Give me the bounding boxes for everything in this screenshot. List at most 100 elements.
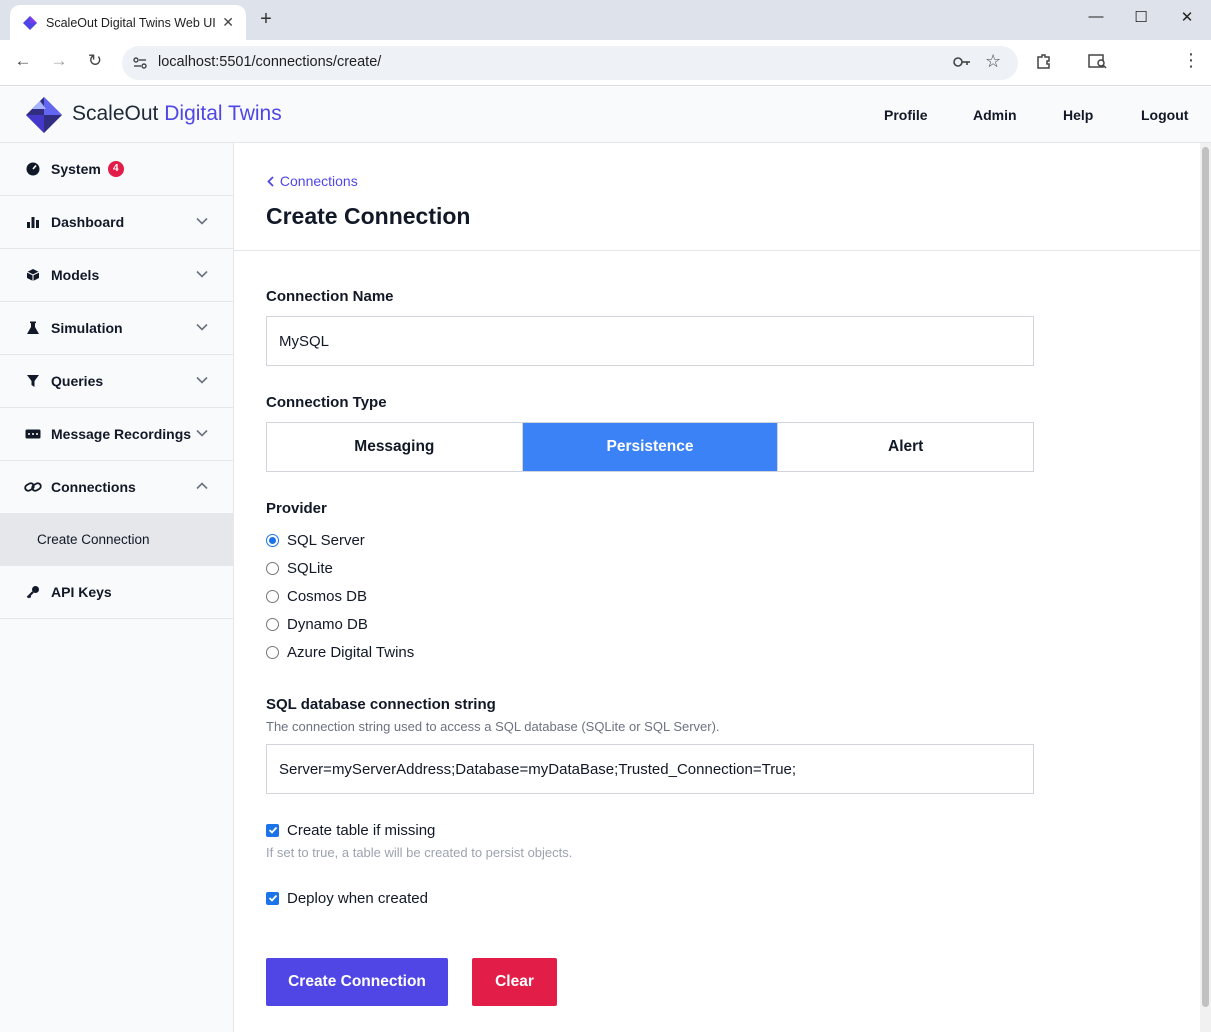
nav-logout[interactable]: Logout <box>1141 107 1188 123</box>
maximize-button[interactable]: ☐ <box>1118 8 1164 26</box>
filter-icon <box>24 372 42 390</box>
search-tabs-icon[interactable] <box>1088 52 1108 70</box>
scaleout-favicon-icon <box>23 15 37 30</box>
flask-icon <box>24 319 42 337</box>
type-option-persistence[interactable]: Persistence <box>522 423 779 471</box>
sidebar-item-simulation[interactable]: Simulation <box>0 302 233 355</box>
browser-tab[interactable]: ScaleOut Digital Twins Web UI ✕ <box>10 5 246 40</box>
recording-icon <box>24 425 42 443</box>
radio-button[interactable] <box>266 533 279 547</box>
extensions-icon[interactable] <box>1035 52 1053 70</box>
reload-icon[interactable]: ↻ <box>83 51 107 71</box>
close-window-button[interactable]: ✕ <box>1164 8 1210 26</box>
new-tab-button[interactable]: + <box>255 8 277 31</box>
sidebar-item-label: Simulation <box>51 320 123 336</box>
connection-type-selector: Messaging Persistence Alert <box>266 422 1034 472</box>
type-option-messaging[interactable]: Messaging <box>267 423 523 471</box>
radio-button[interactable] <box>266 589 279 603</box>
deploy-checkbox-row[interactable]: Deploy when created <box>266 888 428 908</box>
radio-label: Dynamo DB <box>287 615 368 633</box>
dashboard-gauge-icon <box>24 160 42 178</box>
checkbox-label: Create table if missing <box>287 821 436 839</box>
sidebar-item-message-recordings[interactable]: Message Recordings <box>0 408 233 461</box>
scrollbar-thumb[interactable] <box>1202 147 1209 1007</box>
connection-name-input[interactable]: MySQL <box>266 316 1034 366</box>
checkbox[interactable] <box>266 891 279 905</box>
radio-label: Cosmos DB <box>287 587 368 605</box>
checkmark-icon <box>268 894 277 902</box>
checkbox[interactable] <box>266 823 279 837</box>
provider-option-dynamo-db[interactable]: Dynamo DB <box>266 614 368 634</box>
header-divider <box>234 250 1200 251</box>
clear-button[interactable]: Clear <box>472 958 557 1006</box>
radio-button[interactable] <box>266 645 279 659</box>
site-settings-icon[interactable] <box>132 55 148 71</box>
key-icon <box>24 583 42 601</box>
password-key-icon[interactable] <box>952 53 972 71</box>
provider-option-azure-digital-twins[interactable]: Azure Digital Twins <box>266 642 414 662</box>
sidebar-item-label: Dashboard <box>51 214 125 230</box>
sidebar-item-label: Queries <box>51 373 104 389</box>
link-icon <box>24 478 42 496</box>
sidebar-item-label: System <box>51 161 101 177</box>
bookmark-star-icon[interactable]: ☆ <box>985 51 1001 72</box>
checkbox-label: Deploy when created <box>287 889 428 907</box>
sidebar-item-label: Connections <box>51 479 136 495</box>
provider-option-sql-server[interactable]: SQL Server <box>266 530 365 550</box>
create-table-checkbox-row[interactable]: Create table if missing <box>266 820 435 840</box>
connection-name-label: Connection Name <box>266 288 394 305</box>
brand-accent: Digital Twins <box>164 102 282 125</box>
app-header: ScaleOut Digital Twins Profile Admin Hel… <box>0 87 1211 143</box>
breadcrumb-back-link[interactable]: Connections <box>266 173 358 189</box>
browser-titlebar: ScaleOut Digital Twins Web UI ✕ + — ☐ ✕ <box>0 0 1211 40</box>
type-option-alert[interactable]: Alert <box>778 423 1034 471</box>
sidebar-item-api-keys[interactable]: API Keys <box>0 566 233 619</box>
url-text[interactable]: localhost:5501/connections/create/ <box>158 54 381 70</box>
radio-label: Azure Digital Twins <box>287 643 415 661</box>
create-table-help: If set to true, a table will be created … <box>266 845 573 860</box>
page-scrollbar[interactable] <box>1200 143 1211 1032</box>
create-connection-button[interactable]: Create Connection <box>266 958 448 1006</box>
browser-menu-icon[interactable]: ⋮ <box>1182 50 1200 71</box>
nav-profile[interactable]: Profile <box>884 107 928 123</box>
conn-string-help: The connection string used to access a S… <box>266 719 720 734</box>
brand-main: ScaleOut <box>72 102 159 125</box>
nav-help[interactable]: Help <box>1063 107 1093 123</box>
tab-title: ScaleOut Digital Twins Web UI <box>46 15 216 30</box>
chevron-down-icon <box>196 217 208 225</box>
minimize-button[interactable]: — <box>1073 8 1119 25</box>
chevron-down-icon <box>196 429 208 437</box>
conn-string-input[interactable]: Server=myServerAddress;Database=myDataBa… <box>266 744 1034 794</box>
provider-option-cosmos-db[interactable]: Cosmos DB <box>266 586 367 606</box>
chevron-down-icon <box>196 323 208 331</box>
brand-name[interactable]: ScaleOut Digital Twins <box>72 102 282 126</box>
sidebar-item-dashboard[interactable]: Dashboard <box>0 196 233 249</box>
provider-option-sqlite[interactable]: SQLite <box>266 558 333 578</box>
radio-button[interactable] <box>266 561 279 575</box>
provider-label: Provider <box>266 500 327 517</box>
cube-icon <box>24 266 42 284</box>
connection-type-label: Connection Type <box>266 394 387 411</box>
checkmark-icon <box>268 826 277 834</box>
radio-label: SQL Server <box>287 531 365 549</box>
sidebar-item-system[interactable]: System 4 <box>0 143 233 196</box>
sidebar-item-queries[interactable]: Queries <box>0 355 233 408</box>
scaleout-logo-icon <box>26 97 62 133</box>
tab-close-icon[interactable]: ✕ <box>222 14 234 31</box>
nav-admin[interactable]: Admin <box>973 107 1017 123</box>
back-arrow-icon[interactable]: ← <box>11 51 35 71</box>
bar-chart-icon <box>24 213 42 231</box>
sidebar-item-label: Models <box>51 267 100 283</box>
sidebar-item-label: Message Recordings <box>51 426 192 442</box>
chevron-left-icon <box>267 176 274 187</box>
sidebar-item-label: API Keys <box>51 584 112 600</box>
sidebar-subitem-create-connection[interactable]: Create Connection <box>0 514 233 566</box>
forward-arrow-icon[interactable]: → <box>47 51 71 71</box>
sidebar: System 4 Dashboard Models Simulation Que… <box>0 143 234 1032</box>
chevron-down-icon <box>196 376 208 384</box>
sidebar-item-connections[interactable]: Connections <box>0 461 233 514</box>
breadcrumb-label: Connections <box>279 173 358 189</box>
address-bar[interactable]: localhost:5501/connections/create/ ☆ <box>122 46 1018 80</box>
radio-button[interactable] <box>266 617 279 631</box>
sidebar-item-models[interactable]: Models <box>0 249 233 302</box>
